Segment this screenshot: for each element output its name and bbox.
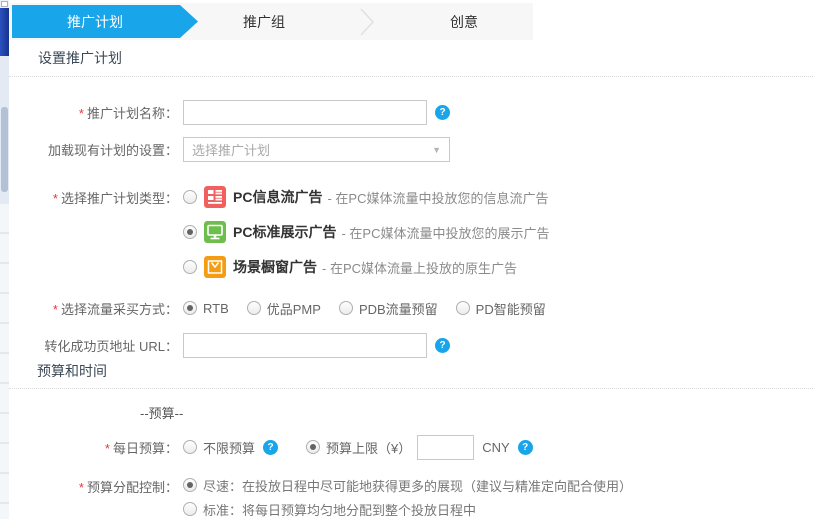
plan-type-desc: - 在PC媒体流量上投放的原生广告 (322, 260, 518, 276)
required-mark: * (52, 191, 58, 206)
divider (9, 76, 813, 77)
wizard-step-adgroup-label: 推广组 (243, 13, 285, 30)
plan-name-input[interactable] (183, 100, 427, 125)
radio-standard[interactable] (183, 502, 197, 516)
wizard-step-creative[interactable]: 创意 (389, 5, 539, 38)
required-mark: * (78, 480, 84, 495)
load-existing-label: 加载现有计划的设置： (47, 143, 178, 158)
left-strip-blue-block (0, 8, 9, 56)
radio-fast[interactable] (183, 478, 197, 492)
section-title-setup: 设置推广计划 (38, 50, 122, 66)
daily-budget-unlimited-option[interactable]: 不限预算 (183, 438, 255, 457)
radio-feed[interactable] (183, 190, 197, 204)
feed-icon (204, 186, 226, 208)
chevron-right-icon (360, 8, 374, 36)
help-icon[interactable]: ? (435, 105, 450, 120)
unlimited-budget-label: 不限预算 (203, 440, 256, 456)
buy-method-option-label: PDB流量预留 (358, 301, 438, 317)
required-mark: * (78, 106, 84, 121)
radio-pdb[interactable] (338, 301, 353, 315)
allocation-option-text: 尽速：在投放日程中尽可能地获得更多的展现（建议与精准定向配合使用） (203, 478, 633, 494)
plan-type-label: * 选择推广计划类型： (52, 191, 178, 206)
plan-type-name: 场景橱窗广告 (233, 259, 317, 275)
radio-rtb[interactable] (183, 301, 197, 315)
required-mark: * (52, 301, 58, 317)
divider (9, 388, 813, 389)
radio-pd[interactable] (455, 301, 470, 315)
help-icon[interactable]: ? (435, 338, 450, 353)
row-plan-name: * 推广计划名称： ? (9, 100, 813, 125)
left-strip-rows (0, 204, 9, 519)
allocation-option-standard[interactable]: 标准：将每日预算均匀地分配到整个投放日程中 (183, 498, 632, 520)
chevron-down-icon: ▼ (432, 145, 441, 155)
radio-unlimited-budget[interactable] (183, 440, 197, 454)
radio-budget-cap[interactable] (306, 440, 321, 454)
row-buy-method: * 选择流量采买方式： RTB 优品PMP PDB流量预留 PD智能预留 (9, 297, 813, 319)
buy-method-label: * 选择流量采买方式： (52, 301, 178, 317)
budget-group-label: --预算-- (140, 406, 184, 421)
help-icon[interactable]: ? (263, 439, 279, 455)
allocation-option-fast[interactable]: 尽速：在投放日程中尽可能地获得更多的展现（建议与精准定向配合使用） (183, 474, 632, 496)
buy-method-option-label: 优品PMP (266, 301, 321, 317)
load-existing-select[interactable]: 选择推广计划 ▼ (183, 137, 450, 162)
section-title-budget-time: 预算和时间 (37, 363, 107, 379)
plan-name-label: * 推广计划名称： (78, 106, 178, 121)
help-icon[interactable]: ? (517, 439, 533, 455)
row-conv-url: 转化成功页地址 URL： ? (9, 333, 813, 358)
allocation-label: * 预算分配控制： (78, 480, 178, 495)
radio-pmp[interactable] (246, 301, 261, 315)
row-load-existing: 加载现有计划的设置： 选择推广计划 ▼ (9, 137, 813, 162)
row-plan-type: *选择推广计划类型： PC信息流广告 - 在PC媒体流量中投放您的信息流广告 (9, 185, 813, 279)
currency-label: CNY (482, 439, 510, 455)
required-mark: * (104, 440, 110, 456)
showcase-icon (204, 256, 226, 278)
daily-budget-cap-option[interactable]: 预算上限（¥） (306, 438, 411, 457)
plan-type-desc: - 在PC媒体流量中投放您的信息流广告 (327, 190, 549, 206)
wizard-steps-bar: 推广计划 推广组 创意 (9, 3, 533, 40)
radio-display[interactable] (183, 225, 197, 239)
plan-type-name: PC信息流广告 (233, 189, 323, 205)
budget-cap-input[interactable] (417, 434, 475, 460)
wizard-step-campaign-label: 推广计划 (67, 13, 123, 30)
wizard-step-adgroup[interactable]: 推广组 (199, 5, 329, 38)
plan-type-option-feed[interactable]: PC信息流广告 - 在PC媒体流量中投放您的信息流广告 (183, 185, 549, 209)
wizard-step-campaign[interactable]: 推广计划 (12, 5, 198, 38)
buy-method-option-label: RTB (203, 300, 229, 316)
radio-showcase[interactable] (183, 260, 197, 274)
row-allocation: * 预算分配控制： 尽速：在投放日程中尽可能地获得更多的展现（建议与精准定向配合使… (9, 474, 813, 522)
left-strip-box (1, 1, 8, 7)
daily-budget-label: * 每日预算： (104, 440, 178, 456)
conv-url-label: 转化成功页地址 URL： (44, 339, 178, 354)
load-existing-selected-value: 选择推广计划 (192, 143, 271, 158)
buy-method-option-pdb[interactable]: PDB流量预留 (338, 299, 438, 318)
plan-type-name: PC标准展示广告 (233, 224, 337, 240)
row-daily-budget: * 每日预算： 不限预算 ? 预算上限（¥） CNY ? (9, 434, 813, 460)
buy-method-option-pmp[interactable]: 优品PMP (246, 299, 321, 318)
buy-method-option-label: PD智能预留 (475, 301, 546, 317)
conv-url-input[interactable] (183, 333, 427, 358)
buy-method-option-pd[interactable]: PD智能预留 (455, 299, 546, 318)
plan-type-option-showcase[interactable]: 场景橱窗广告 - 在PC媒体流量上投放的原生广告 (183, 255, 549, 279)
allocation-option-text: 标准：将每日预算均匀地分配到整个投放日程中 (203, 502, 477, 518)
budget-cap-label: 预算上限（¥） (326, 440, 412, 456)
monitor-icon (204, 221, 226, 243)
plan-type-option-display[interactable]: PC标准展示广告 - 在PC媒体流量中投放您的展示广告 (183, 220, 549, 244)
wizard-step-creative-label: 创意 (450, 13, 478, 30)
buy-method-option-rtb[interactable]: RTB (183, 301, 229, 316)
scrollbar-thumb[interactable] (1, 107, 8, 192)
left-edge-strip (0, 0, 9, 519)
plan-type-desc: - 在PC媒体流量中投放您的展示广告 (341, 225, 550, 241)
